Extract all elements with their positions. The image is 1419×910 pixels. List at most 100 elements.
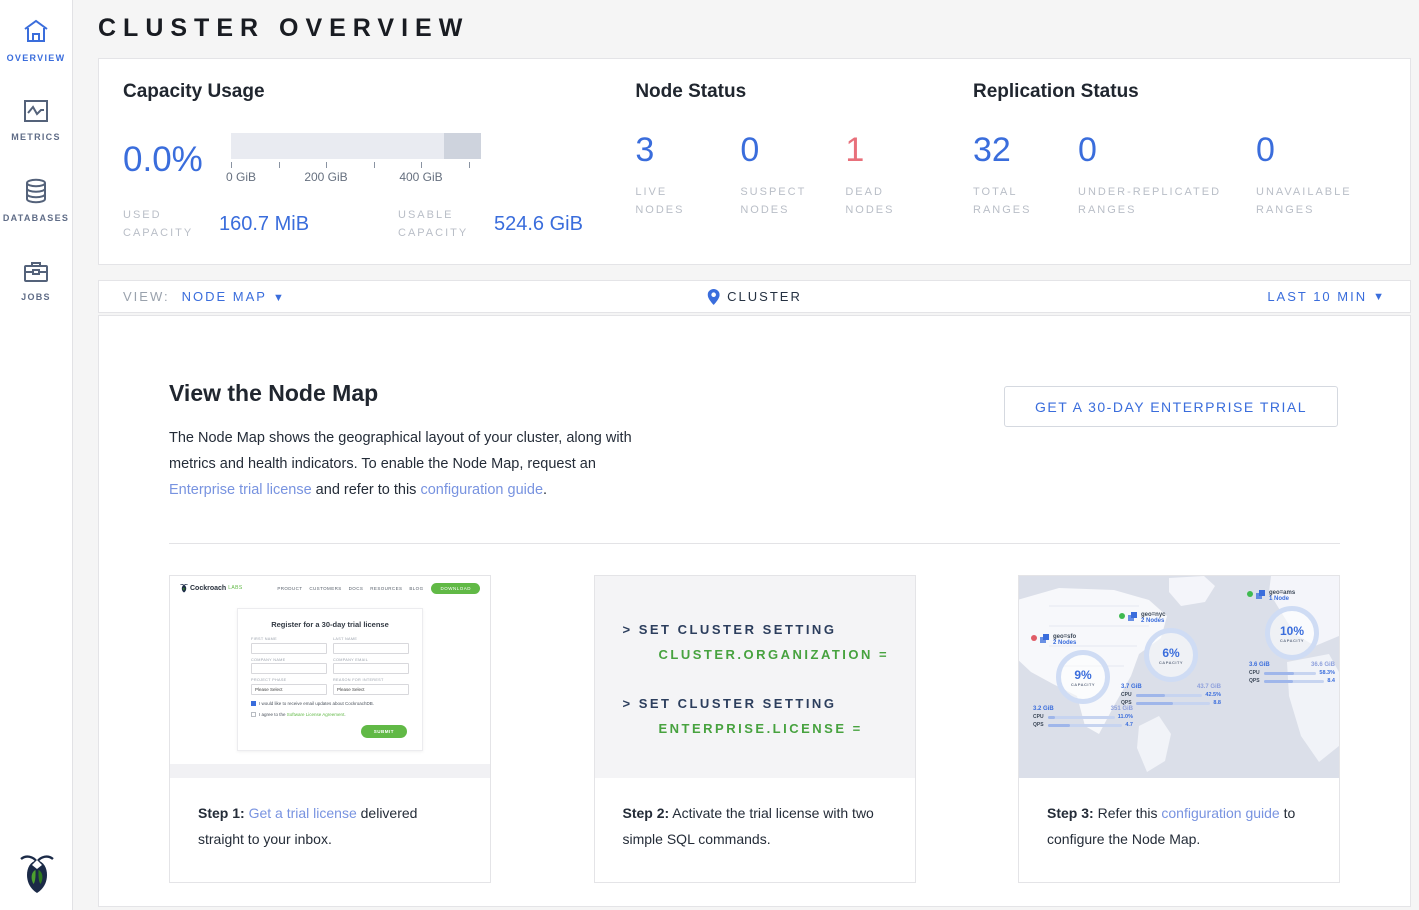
description-text: The Node Map shows the geographical layo… <box>169 430 632 472</box>
breadcrumb-cluster: CLUSTER <box>727 289 802 304</box>
mini-trial-form: Register for a 30-day trial license FIRS… <box>237 608 423 751</box>
mini-input <box>251 663 327 674</box>
locality-ams: geo=ams1 Node 10% CAPACITY 3.6 GiB36.6 G… <box>1247 590 1337 684</box>
node-status-title: Node Status <box>635 81 973 103</box>
node-map-preview-image: geo=sfo2 Nodes 9% CAPACITY 3.2 GiB351 Gi… <box>1019 576 1339 778</box>
capacity-used-percent: 0.0% <box>123 140 231 180</box>
tick-label: 0 GiB <box>226 170 256 184</box>
replication-status-title: Replication Status <box>973 81 1386 103</box>
view-label: VIEW: <box>123 289 170 304</box>
node-cube-icon <box>1128 612 1138 622</box>
total-ranges-stat: 32 TOTAL RANGES <box>973 133 1078 219</box>
enterprise-trial-button[interactable]: GET A 30-DAY ENTERPRISE TRIAL <box>1004 386 1338 427</box>
sql-command-setting: CLUSTER.ORGANIZATION = <box>623 647 915 662</box>
sidebar-item-label: DATABASES <box>3 213 69 223</box>
dead-nodes-stat: 1 DEAD NODES <box>845 133 950 219</box>
breadcrumb: CLUSTER <box>707 289 802 305</box>
capacity-usage-title: Capacity Usage <box>123 81 635 103</box>
sidebar-item-databases[interactable]: DATABASES <box>3 178 69 223</box>
mini-input <box>333 643 409 654</box>
step3-card: geo=sfo2 Nodes 9% CAPACITY 3.2 GiB351 Gi… <box>1018 575 1340 883</box>
capacity-ring-gauge: 10% CAPACITY <box>1265 606 1319 660</box>
step3-caption: Step 3: Refer this configuration guide t… <box>1019 778 1339 852</box>
step1-caption: Step 1: Get a trial license delivered st… <box>170 778 490 852</box>
divider <box>169 543 1340 544</box>
tick-label: 200 GiB <box>304 170 347 184</box>
checkbox-checked-icon <box>251 701 256 706</box>
view-bar: VIEW: NODE MAP▼ CLUSTER LAST 10 MIN▼ <box>98 280 1411 313</box>
checkbox-unchecked-icon <box>251 712 256 717</box>
usable-capacity-value: 524.6 GiB <box>494 213 629 236</box>
sidebar-item-overview[interactable]: OVERVIEW <box>7 18 66 63</box>
description-text: . <box>543 482 547 498</box>
mini-select: Please Select <box>251 684 327 695</box>
sidebar-item-label: METRICS <box>11 132 61 142</box>
total-ranges-label: TOTAL RANGES <box>973 183 1043 219</box>
mini-site-nav: PRODUCT CUSTOMERS DOCS RESOURCES BLOG <box>277 586 423 591</box>
cluster-summary-panel: Capacity Usage 0.0% 0 GiB 200 GiB 400 Gi… <box>98 58 1411 265</box>
view-selector-dropdown[interactable]: NODE MAP▼ <box>182 289 286 304</box>
step1-card: Cockroach LABS PRODUCT CUSTOMERS DOCS RE… <box>169 575 491 883</box>
replication-status-section: Replication Status 32 TOTAL RANGES 0 UND… <box>973 81 1386 242</box>
live-status-dot-icon <box>1247 591 1253 597</box>
metrics-chart-icon <box>23 99 49 123</box>
total-ranges-value: 32 <box>973 133 1078 167</box>
mini-download-button: DOWNLOAD <box>431 583 480 594</box>
map-pin-icon <box>707 289 719 305</box>
cockroach-labs-mini-logo: Cockroach LABS <box>180 583 243 593</box>
sql-command-prompt: > SET CLUSTER SETTING <box>623 622 915 637</box>
enterprise-trial-license-link[interactable]: Enterprise trial license <box>169 482 312 498</box>
capacity-axis-ticks <box>231 159 481 168</box>
sidebar-item-metrics[interactable]: METRICS <box>11 99 61 142</box>
sidebar-item-label: OVERVIEW <box>7 53 66 63</box>
configuration-guide-link[interactable]: configuration guide <box>1161 805 1279 821</box>
main-content: CLUSTER OVERVIEW Capacity Usage 0.0% 0 G… <box>73 0 1419 907</box>
node-map-panel: View the Node Map The Node Map shows the… <box>98 315 1411 907</box>
chevron-down-icon: ▼ <box>1373 291 1386 303</box>
sql-command-prompt: > SET CLUSTER SETTING <box>623 696 915 711</box>
time-range-dropdown[interactable]: LAST 10 MIN▼ <box>1267 289 1386 304</box>
step2-caption: Step 2: Activate the trial license with … <box>595 778 915 852</box>
node-cube-icon <box>1256 590 1266 600</box>
suspect-nodes-value: 0 <box>740 133 845 167</box>
sidebar: OVERVIEW METRICS DATABASES <box>0 0 73 910</box>
mini-input <box>251 643 327 654</box>
live-nodes-label: LIVE NODES <box>635 183 715 219</box>
suspect-nodes-stat: 0 SUSPECT NODES <box>740 133 845 219</box>
mini-select: Please Select <box>333 684 409 695</box>
cockroachdb-logo <box>0 852 73 894</box>
sql-commands-snippet: > SET CLUSTER SETTING CLUSTER.ORGANIZATI… <box>595 576 915 778</box>
suspect-nodes-label: SUSPECT NODES <box>740 183 830 219</box>
mini-form-title: Register for a 30-day trial license <box>251 620 409 629</box>
under-replicated-ranges-stat: 0 UNDER-REPLICATED RANGES <box>1078 133 1256 219</box>
under-replicated-ranges-value: 0 <box>1078 133 1256 167</box>
setup-steps-cards: Cockroach LABS PRODUCT CUSTOMERS DOCS RE… <box>169 575 1340 883</box>
capacity-bar <box>231 133 481 159</box>
database-icon <box>24 178 48 204</box>
capacity-bar-nonusable-segment <box>444 133 482 159</box>
mini-checkbox-updates: I would like to receive email updates ab… <box>251 701 409 706</box>
configuration-guide-link[interactable]: configuration guide <box>420 482 543 498</box>
capacity-axis-labels: 0 GiB 200 GiB 400 GiB <box>231 170 481 186</box>
dead-nodes-value: 1 <box>845 133 950 167</box>
description-text: and refer to this <box>312 482 421 498</box>
get-trial-license-link[interactable]: Get a trial license <box>249 805 357 821</box>
locality-nyc: geo=nyc2 Nodes 6% CAPACITY 3.7 GiB43.7 G… <box>1119 612 1223 706</box>
under-replicated-ranges-label: UNDER-REPLICATED RANGES <box>1078 183 1243 219</box>
sql-command-setting: ENTERPRISE.LICENSE = <box>623 721 915 736</box>
chevron-down-icon: ▼ <box>273 292 286 304</box>
usable-capacity-label: USABLE CAPACITY <box>398 206 494 242</box>
capacity-ring-gauge: 9% CAPACITY <box>1056 650 1110 704</box>
live-status-dot-icon <box>1119 613 1125 619</box>
sidebar-item-jobs[interactable]: JOBS <box>21 259 51 302</box>
node-status-section: Node Status 3 LIVE NODES 0 SUSPECT NODES… <box>635 81 973 242</box>
step2-card: > SET CLUSTER SETTING CLUSTER.ORGANIZATI… <box>594 575 916 883</box>
unavailable-ranges-value: 0 <box>1256 133 1386 167</box>
used-capacity-label: USED CAPACITY <box>123 206 219 242</box>
home-icon <box>22 18 50 44</box>
unavailable-ranges-stat: 0 UNAVAILABLE RANGES <box>1256 133 1386 219</box>
mini-submit-button: SUBMIT <box>361 725 407 738</box>
node-cube-icon <box>1040 634 1050 644</box>
page-title: CLUSTER OVERVIEW <box>98 14 1411 43</box>
trial-signup-screenshot: Cockroach LABS PRODUCT CUSTOMERS DOCS RE… <box>170 576 490 778</box>
